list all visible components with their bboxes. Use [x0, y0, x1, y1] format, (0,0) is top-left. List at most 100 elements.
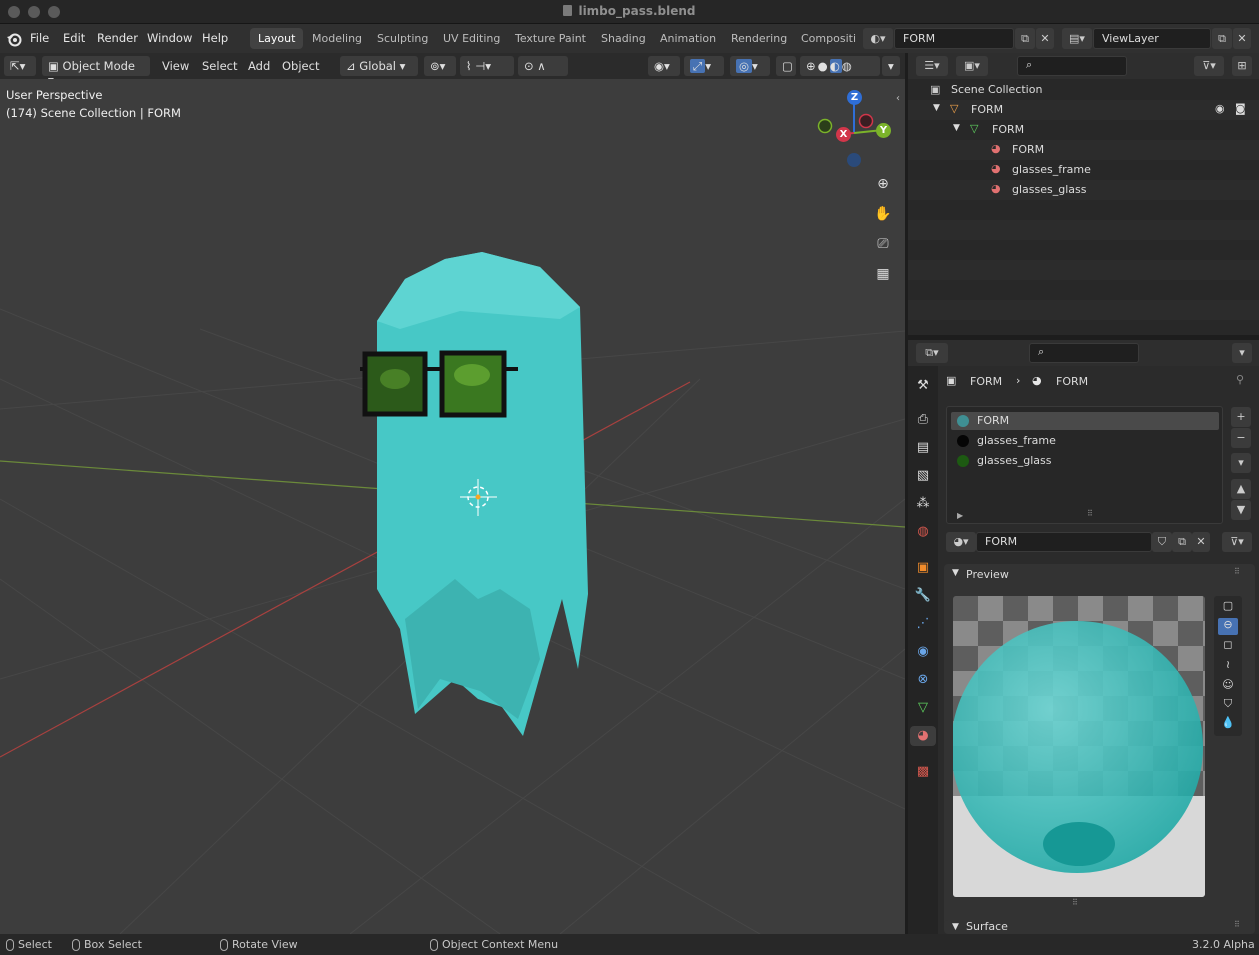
menu-view[interactable]: View [162, 59, 189, 73]
list-item[interactable]: glasses_glass [951, 452, 1219, 470]
render-tab-icon[interactable]: ⎙ [913, 410, 933, 430]
particles-tab-icon[interactable]: ⋰ [913, 614, 933, 634]
tab-rendering[interactable]: Rendering [723, 28, 795, 49]
new-collection-icon[interactable]: ⊞ [1232, 56, 1252, 76]
hair-preview-icon[interactable]: ≀ [1218, 658, 1238, 675]
fluid-preview-icon[interactable]: 💧 [1218, 716, 1238, 733]
navigation-gizmo[interactable]: Z X Y [812, 87, 898, 173]
copy-scene-icon[interactable]: ⧉ [1015, 28, 1035, 49]
outliner-row-scene-collection[interactable]: ▣ Scene Collection [908, 80, 1259, 100]
shading-mode-group[interactable]: ⊕●◐◍ [800, 56, 880, 76]
ghost-mesh[interactable] [377, 252, 588, 736]
sphere-preview-icon[interactable]: ⊖ [1218, 618, 1238, 635]
menu-object[interactable]: Object [282, 59, 319, 73]
wireframe-shading-icon[interactable]: ⊕ [806, 59, 818, 73]
outliner-editor-type-icon[interactable]: ☰▾ [916, 56, 948, 76]
gizmo-toggle-icon[interactable]: ⤢ ▾ [684, 56, 724, 76]
editor-type-icon[interactable]: ⇱▾ [4, 56, 36, 76]
solid-shading-icon[interactable]: ● [818, 59, 830, 73]
monkey-preview-icon[interactable]: ☺ [1218, 678, 1238, 695]
menu-file[interactable]: File [30, 31, 49, 45]
menu-render[interactable]: Render [97, 31, 138, 45]
link-icon[interactable]: ⊽▾ [1222, 532, 1252, 552]
texture-tab-icon[interactable]: ▩ [913, 762, 933, 782]
tab-shading[interactable]: Shading [593, 28, 654, 49]
list-item[interactable]: FORM [951, 412, 1219, 430]
move-down-icon[interactable]: ▼ [1231, 500, 1251, 520]
tab-layout[interactable]: Layout [250, 28, 304, 49]
material-tab-icon[interactable]: ◕ [910, 726, 936, 746]
menu-window[interactable]: Window [147, 31, 192, 45]
viewlayer-browse-button[interactable]: ▤▾ [1062, 28, 1092, 49]
visibility-icon[interactable]: ◉▾ [648, 56, 680, 76]
view-layer-tab-icon[interactable]: ▧ [913, 466, 933, 486]
output-tab-icon[interactable]: ▤ [913, 438, 933, 458]
camera-icon[interactable]: ◙ [1235, 102, 1246, 115]
modifier-tab-icon[interactable]: 🔧 [913, 586, 933, 606]
snap-icon[interactable]: ⌇ ⊣▾ [460, 56, 514, 76]
pin-icon[interactable]: ⚲ [1236, 373, 1244, 386]
close-icon[interactable]: ✕ [1233, 28, 1251, 49]
menu-select[interactable]: Select [202, 59, 237, 73]
gizmo-y-axis[interactable]: Y [876, 123, 891, 138]
outliner-row-object[interactable]: ▼ ▽ FORM [908, 120, 1259, 140]
scene-name-field[interactable]: FORM [894, 28, 1014, 49]
menu-edit[interactable]: Edit [63, 31, 85, 45]
view-layer-field[interactable]: ViewLayer [1093, 28, 1211, 49]
data-tab-icon[interactable]: ▽ [913, 698, 933, 718]
constraints-tab-icon[interactable]: ⊗ [913, 670, 933, 690]
3d-viewport[interactable]: User Perspective (174) Scene Collection … [0, 79, 905, 934]
properties-editor-type-icon[interactable]: ⧉▾ [916, 343, 948, 363]
shading-options-icon[interactable]: ▾ [882, 56, 900, 76]
outliner-row-material[interactable]: ◕ glasses_glass [908, 180, 1259, 200]
resize-handle-icon[interactable]: ⠿ [1087, 509, 1093, 518]
close-icon[interactable]: ✕ [1192, 532, 1210, 552]
outliner-search-input[interactable]: ⌕ [1017, 56, 1127, 76]
material-shading-icon[interactable]: ◐ [829, 59, 842, 73]
sidebar-toggle-icon[interactable]: ‹ [896, 93, 900, 104]
expand-arrow-icon[interactable]: ▶ [957, 511, 963, 520]
tab-modeling[interactable]: Modeling [304, 28, 370, 49]
camera-icon[interactable]: ⎚ [872, 233, 894, 255]
tool-tab-icon[interactable]: ⚒ [913, 376, 933, 396]
add-slot-button[interactable]: + [1231, 407, 1251, 427]
properties-search-input[interactable]: ⌕ [1029, 343, 1139, 363]
pivot-point-icon[interactable]: ⊚▾ [424, 56, 456, 76]
rendered-shading-icon[interactable]: ◍ [842, 59, 854, 73]
tab-animation[interactable]: Animation [652, 28, 724, 49]
list-item[interactable]: glasses_frame [951, 432, 1219, 450]
grid-view-icon[interactable]: ▦ [872, 263, 894, 285]
fake-user-icon[interactable]: ⛉ [1152, 532, 1172, 552]
resize-handle-icon[interactable]: ⠿ [1072, 898, 1078, 907]
object-tab-icon[interactable]: ▣ [913, 558, 933, 578]
physics-tab-icon[interactable]: ◉ [913, 642, 933, 662]
outliner-row-collection[interactable]: ▼ ▽ FORM ◉ ◙ [908, 100, 1259, 120]
copy-material-icon[interactable]: ⧉ [1172, 532, 1192, 552]
browse-material-icon[interactable]: ◕▾ [946, 532, 976, 552]
overlays-toggle-icon[interactable]: ◎ ▾ [730, 56, 770, 76]
menu-help[interactable]: Help [202, 31, 228, 45]
move-up-icon[interactable]: ▲ [1231, 479, 1251, 499]
tab-uv-editing[interactable]: UV Editing [435, 28, 508, 49]
filter-icon[interactable]: ⊽▾ [1194, 56, 1224, 76]
scene-tab-icon[interactable]: ⁂ [913, 494, 933, 514]
cube-preview-icon[interactable]: ◻ [1218, 638, 1238, 655]
gizmo-x-axis[interactable]: X [836, 127, 851, 142]
chevron-down-icon[interactable]: ▾ [1232, 343, 1252, 363]
zoom-icon[interactable]: ⊕ [872, 173, 894, 195]
tab-texture-paint[interactable]: Texture Paint [507, 28, 594, 49]
expand-arrow-icon[interactable]: ▼ [953, 123, 960, 133]
copy-viewlayer-icon[interactable]: ⧉ [1212, 28, 1232, 49]
pan-hand-icon[interactable]: ✋ [872, 203, 894, 225]
scene-browse-button[interactable]: ◐▾ [863, 28, 893, 49]
material-name-field[interactable]: FORM [976, 532, 1152, 552]
drag-handle-icon[interactable]: ⠿ [1234, 567, 1240, 576]
blender-logo-icon[interactable] [6, 31, 22, 47]
xray-icon[interactable]: ▢ [776, 56, 796, 76]
cloth-preview-icon[interactable]: ⛉ [1218, 697, 1238, 714]
slot-specials-icon[interactable]: ▾ [1231, 453, 1251, 473]
mode-dropdown[interactable]: ▣ Object Mode ▾ [42, 56, 150, 87]
tab-compositing[interactable]: Compositir [793, 28, 857, 49]
outliner-row-material[interactable]: ◕ FORM [908, 140, 1259, 160]
remove-slot-button[interactable]: − [1231, 428, 1251, 448]
